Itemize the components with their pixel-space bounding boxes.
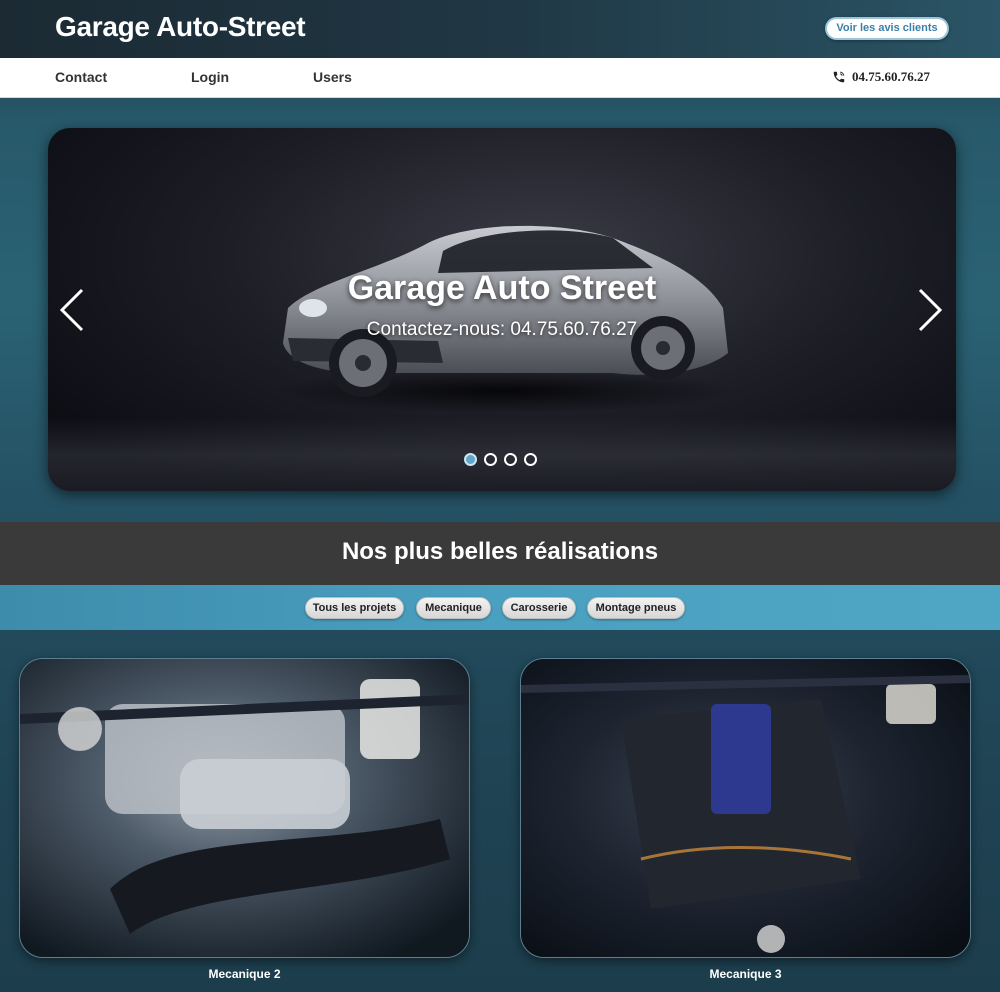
reviews-button[interactable]: Voir les avis clients [825, 17, 949, 40]
filter-mecanique[interactable]: Mecanique [416, 597, 491, 619]
project-image-mecanique-2[interactable] [19, 658, 470, 958]
project-image-mecanique-3[interactable] [520, 658, 971, 958]
nav-link-users[interactable]: Users [313, 69, 352, 85]
nav-link-contact[interactable]: Contact [55, 69, 107, 85]
top-header: Garage Auto-Street Voir les avis clients [0, 0, 1000, 58]
carousel-dot-4[interactable] [524, 453, 537, 466]
sports-car-image [273, 225, 728, 413]
slide-title: Garage Auto Street [347, 269, 657, 307]
filter-bar: Tous les projets Mecanique Carosserie Mo… [0, 585, 1000, 630]
carousel-dot-2[interactable] [484, 453, 497, 466]
engine-image [20, 659, 469, 957]
main-nav: Contact Login Users 04.75.60.76.27 [0, 58, 1000, 98]
phone-number: 04.75.60.76.27 [852, 69, 930, 84]
project-caption-mecanique-3: Mecanique 3 [709, 967, 782, 981]
section-title: Nos plus belles réalisations [341, 538, 659, 565]
hero-carousel: Garage Auto Street Contactez-nous: 04.75… [48, 128, 956, 491]
filter-montage-pneus[interactable]: Montage pneus [587, 597, 685, 619]
filter-carosserie[interactable]: Carosserie [502, 597, 576, 619]
section-header: Nos plus belles réalisations [0, 522, 1000, 585]
carousel-indicators [464, 453, 537, 466]
slide-subtitle: Contactez-nous: 04.75.60.76.27 [366, 319, 638, 340]
phone-icon [833, 71, 845, 83]
nav-link-login[interactable]: Login [191, 69, 229, 85]
filter-all-projects[interactable]: Tous les projets [305, 597, 404, 619]
chevron-right-icon[interactable] [916, 288, 944, 332]
project-caption-mecanique-2: Mecanique 2 [208, 967, 281, 981]
carousel-dot-3[interactable] [504, 453, 517, 466]
site-title[interactable]: Garage Auto-Street [55, 11, 306, 43]
engine-image [521, 659, 970, 957]
chevron-left-icon[interactable] [58, 288, 86, 332]
phone-contact[interactable]: 04.75.60.76.27 [832, 69, 930, 85]
carousel-dot-1[interactable] [464, 453, 477, 466]
